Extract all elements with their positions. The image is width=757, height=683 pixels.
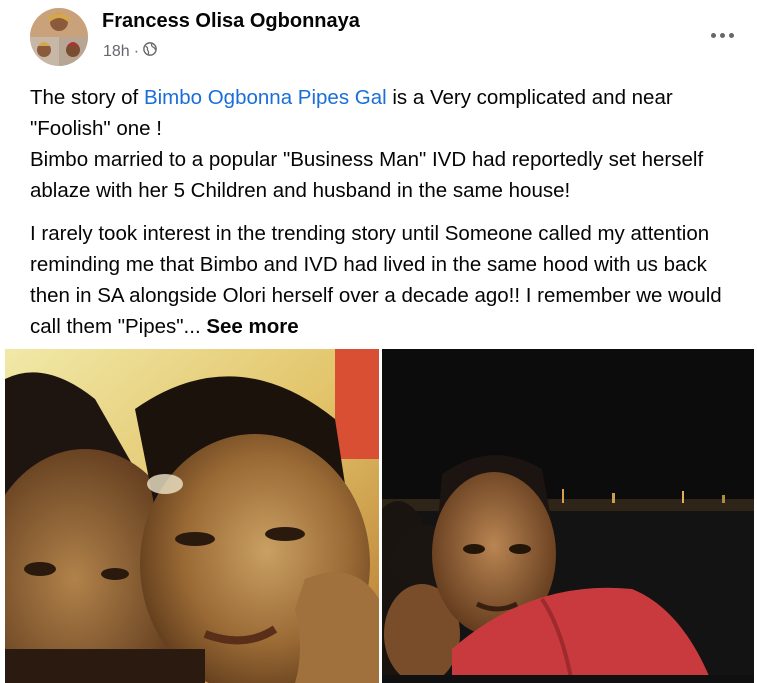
- avatar-image: [30, 8, 88, 66]
- post-meta: 18h ·: [103, 42, 157, 61]
- paragraph-2: I rarely took interest in the trending s…: [30, 218, 740, 342]
- more-options-icon[interactable]: [702, 20, 742, 50]
- meta-separator: ·: [133, 42, 140, 60]
- post-time[interactable]: 18h: [103, 43, 130, 61]
- post-photo-1[interactable]: [5, 349, 379, 683]
- author-name[interactable]: Francess Olisa Ogbonnaya: [102, 10, 360, 33]
- see-more-link[interactable]: See more: [206, 315, 298, 338]
- post-card: Francess Olisa Ogbonnaya 18h · The story…: [0, 0, 757, 683]
- post-photo-2[interactable]: [382, 349, 754, 683]
- paragraph-1: The story of Bimbo Ogbonna Pipes Gal is …: [30, 82, 740, 206]
- photo-couple-1: [5, 349, 379, 683]
- globe-icon: [143, 42, 157, 61]
- text-segment: Bimbo married to a popular "Business Man…: [30, 148, 704, 202]
- photo-couple-2: [382, 349, 754, 683]
- tagged-profile-link[interactable]: Bimbo Ogbonna Pipes Gal: [144, 86, 387, 109]
- post-text: The story of Bimbo Ogbonna Pipes Gal is …: [30, 82, 740, 342]
- post-header: Francess Olisa Ogbonnaya 18h ·: [30, 6, 750, 66]
- author-avatar[interactable]: [30, 8, 88, 66]
- text-segment: The story of: [30, 86, 144, 109]
- text-segment: I rarely took interest in the trending s…: [30, 222, 722, 338]
